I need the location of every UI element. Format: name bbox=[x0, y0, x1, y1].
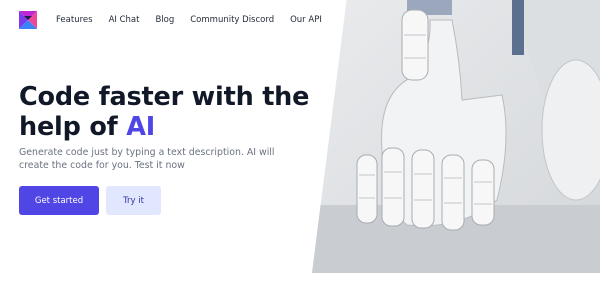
hero-title-accent: AI bbox=[126, 112, 156, 142]
hero-image bbox=[312, 0, 600, 273]
nav-link-blog[interactable]: Blog bbox=[155, 15, 174, 25]
hero-title-prefix: Code faster with the help of bbox=[19, 82, 310, 142]
hero-description: Generate code just by typing a text desc… bbox=[19, 147, 275, 171]
logo-icon[interactable] bbox=[18, 10, 38, 30]
try-it-button[interactable]: Try it bbox=[106, 186, 161, 215]
top-nav: Features AI Chat Blog Community Discord … bbox=[18, 9, 338, 31]
nav-link-our-api[interactable]: Our API bbox=[290, 15, 322, 25]
nav-link-features[interactable]: Features bbox=[56, 15, 93, 25]
get-started-button[interactable]: Get started bbox=[19, 186, 99, 215]
nav-link-ai-chat[interactable]: AI Chat bbox=[109, 15, 140, 25]
nav-link-community-discord[interactable]: Community Discord bbox=[190, 15, 274, 25]
robot-hand-image bbox=[312, 0, 600, 273]
hero-title: Code faster with the help of AI bbox=[19, 82, 319, 142]
